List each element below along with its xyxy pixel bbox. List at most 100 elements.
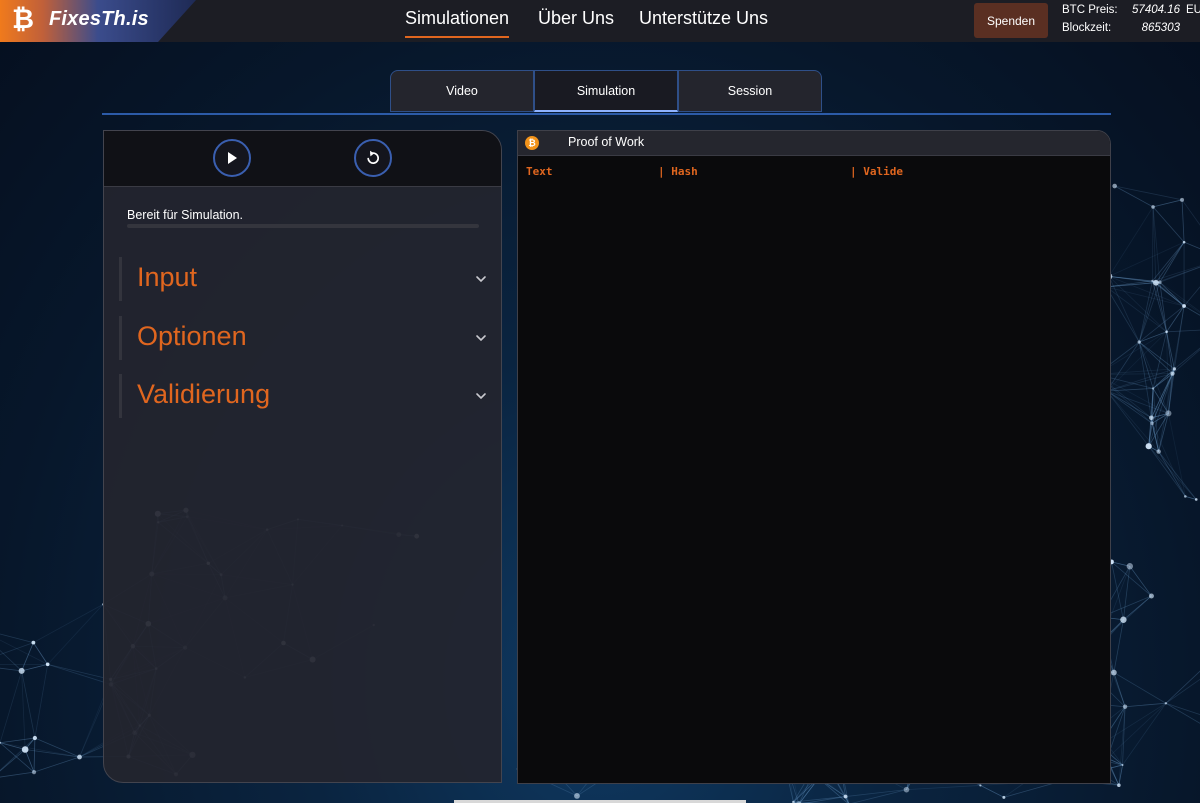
simulation-status-text: Bereit für Simulation.	[127, 208, 244, 222]
network-node	[1180, 197, 1185, 202]
network-line	[1114, 185, 1183, 201]
network-line	[1181, 199, 1200, 226]
nav-link-unterstuetze-uns[interactable]: Unterstütze Uns	[639, 8, 768, 29]
network-line	[1159, 266, 1200, 283]
network-node	[1112, 183, 1117, 189]
network-line	[0, 742, 80, 758]
network-line	[1155, 266, 1200, 284]
network-line	[1118, 706, 1126, 786]
network-line	[1181, 199, 1185, 243]
network-node	[1148, 593, 1154, 599]
play-button[interactable]	[213, 139, 251, 177]
network-line	[1183, 286, 1200, 307]
network-node	[18, 667, 25, 674]
network-line	[906, 785, 981, 791]
reset-icon	[367, 150, 379, 164]
network-node	[77, 754, 82, 760]
network-line	[1113, 672, 1167, 704]
network-line	[1122, 703, 1167, 766]
logo-text: FixesTh.is	[49, 8, 149, 30]
accordion-title-optionen: Optionen	[137, 321, 247, 351]
accordion-validierung[interactable]: Validierung	[119, 374, 491, 418]
network-node	[45, 662, 50, 667]
bitcoin-logo-icon: ₿	[12, 4, 35, 35]
bitcoin-coin-icon: ₿	[525, 136, 539, 150]
tab-simulation[interactable]: Simulation	[534, 70, 678, 112]
network-node	[979, 784, 982, 787]
network-line	[1166, 329, 1200, 333]
network-line	[1105, 286, 1140, 343]
network-line	[47, 663, 112, 685]
accordion-input[interactable]: Input	[119, 257, 491, 301]
column-header-hash: | Hash	[658, 165, 698, 178]
network-node	[1156, 449, 1161, 454]
network-node	[21, 746, 29, 753]
network-line	[0, 633, 34, 643]
tab-video[interactable]: Video	[390, 70, 534, 112]
network-node	[1165, 410, 1172, 417]
nav-link-ueber-uns[interactable]: Über Uns	[538, 8, 614, 29]
network-line	[980, 785, 1005, 798]
network-node	[31, 770, 37, 775]
donate-button[interactable]: Spenden	[974, 3, 1048, 38]
network-line	[0, 737, 35, 744]
chevron-down-icon	[476, 335, 486, 342]
network-node	[1110, 669, 1117, 676]
network-line	[21, 642, 34, 671]
column-header-valide: | Valide	[850, 165, 903, 178]
network-line	[1106, 702, 1167, 759]
network-line	[21, 670, 36, 739]
network-line	[1123, 595, 1152, 621]
accordion-title-validierung: Validierung	[137, 379, 271, 409]
network-node	[32, 735, 37, 741]
network-node	[1137, 340, 1141, 344]
reset-button[interactable]	[354, 139, 392, 177]
chevron-down-icon	[476, 393, 486, 400]
network-node	[1182, 304, 1186, 308]
site-logo[interactable]: ₿ FixesTh.is	[0, 0, 200, 42]
nav-link-simulationen[interactable]: Simulationen	[405, 8, 510, 38]
network-line	[47, 604, 104, 665]
network-node	[1150, 421, 1154, 426]
btc-price-label: BTC Preis:	[1062, 4, 1118, 16]
network-line	[1106, 390, 1153, 424]
network-line	[1125, 702, 1166, 708]
network-line	[0, 771, 35, 778]
network-line	[34, 664, 49, 739]
simulation-control-panel: Bereit für Simulation. Input Optionen Va…	[103, 130, 502, 783]
network-line	[1114, 185, 1154, 208]
network-line	[1105, 286, 1167, 333]
network-line	[1106, 331, 1167, 392]
network-node	[1149, 415, 1154, 421]
network-line	[1152, 199, 1183, 208]
network-node	[1172, 367, 1177, 371]
network-node	[1164, 702, 1168, 705]
network-line	[33, 737, 36, 773]
network-line	[21, 670, 26, 750]
network-node	[1170, 371, 1175, 376]
network-node	[1145, 443, 1152, 450]
network-line	[851, 789, 907, 803]
play-icon	[228, 152, 237, 164]
btc-price-unit: EU	[1186, 4, 1200, 16]
accordion-marker	[119, 374, 122, 418]
network-node	[1165, 330, 1168, 334]
network-line	[1165, 670, 1200, 704]
network-line	[1159, 241, 1185, 283]
network-line	[845, 789, 907, 797]
network-line	[1148, 445, 1197, 500]
network-line	[1152, 206, 1157, 283]
tab-session[interactable]: Session	[678, 70, 822, 112]
chevron-down-icon	[476, 276, 486, 283]
network-line	[1129, 566, 1152, 597]
network-node	[1117, 783, 1121, 788]
network-node	[1122, 704, 1128, 709]
btc-price-value: 57404.16	[1132, 4, 1180, 16]
network-node	[1184, 495, 1187, 498]
network-line	[1155, 282, 1200, 314]
simulation-progress-bar	[127, 224, 479, 228]
accordion-optionen[interactable]: Optionen	[119, 316, 491, 360]
tab-underline-divider	[102, 113, 1111, 115]
network-line	[1166, 305, 1185, 333]
network-line	[1174, 305, 1185, 369]
